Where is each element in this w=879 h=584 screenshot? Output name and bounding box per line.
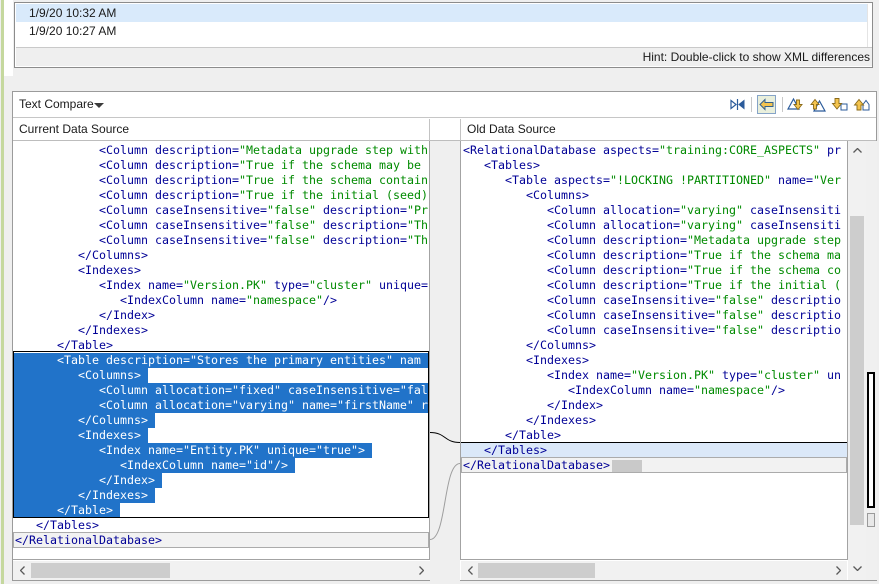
gutter-bottom [430, 560, 460, 581]
code-line: <Index name="Version.PK" type="cluster" … [461, 368, 841, 383]
code-line: <Indexes> [14, 428, 148, 443]
left-accent-stripe [1, 0, 4, 584]
code-line: <Index name="Entity.PK" unique="true"> [14, 443, 372, 458]
header-divider [429, 119, 430, 140]
horizontal-scrollbar-thumb[interactable] [31, 563, 170, 578]
code-line: </Index> [13, 308, 155, 323]
code-line: <Column allocation="varying" caseInsensi… [461, 203, 841, 218]
code-line: <Column caseInsensitive="false" descript… [461, 293, 841, 308]
code-line: <Indexes> [13, 263, 141, 278]
compare-mode-dropdown[interactable]: Text Compare [19, 92, 94, 117]
code-line: <Indexes> [461, 353, 589, 368]
code-line: </Indexes> [13, 323, 148, 338]
overview-ruler [866, 141, 877, 580]
code-line: </RelationalDatabase> [461, 457, 847, 473]
right-pane-title: Old Data Source [467, 119, 556, 140]
horizontal-scrollbar-thumb[interactable] [478, 563, 595, 578]
code-line: </Tables> [461, 442, 847, 458]
copy-all-right-to-left-icon[interactable] [757, 95, 774, 112]
previous-difference-icon[interactable] [809, 96, 826, 113]
overview-diff-marker[interactable] [867, 372, 875, 508]
history-row[interactable]: 1/9/20 10:32 AM [16, 4, 868, 22]
code-line: <Column allocation="varying" name="first… [14, 398, 430, 413]
next-change-icon[interactable] [831, 96, 848, 113]
diff-connector-line [430, 433, 460, 443]
left-pane-title: Current Data Source [19, 119, 129, 140]
header-divider [460, 119, 461, 140]
left-horizontal-scrollbar[interactable] [13, 561, 430, 580]
code-line: </Columns> [461, 338, 596, 353]
code-line: <Table description="Stores the primary e… [14, 353, 428, 368]
code-line: <Column allocation="varying" caseInsensi… [461, 218, 841, 233]
previous-change-icon[interactable] [853, 96, 870, 113]
code-line: <Table aspects="!LOCKING !PARTITIONED" n… [461, 173, 841, 188]
code-line: <Column description="Metadata upgrade st… [13, 143, 428, 158]
right-code-pane[interactable]: <RelationalDatabase aspects="training:CO… [460, 141, 848, 560]
code-line: <Column description="True if the schema … [461, 263, 841, 278]
code-line: </Columns> [14, 413, 155, 428]
code-line: </Indexes> [461, 413, 596, 428]
cursor-block [612, 460, 642, 472]
left-code-pane[interactable]: <Column description="Metadata upgrade st… [13, 141, 430, 560]
right-horizontal-scrollbar[interactable] [461, 561, 847, 580]
diff-gutter [430, 141, 460, 560]
swap-left-right-icon[interactable] [729, 96, 746, 113]
hint-text: Hint: Double-click to show XML differenc… [643, 50, 870, 64]
code-line: </Table> [461, 428, 561, 443]
code-line: </Table> [13, 338, 113, 353]
scroll-up-icon[interactable] [848, 142, 866, 158]
code-line: <Tables> [461, 158, 540, 173]
code-line: <Column caseInsensitive="false" descript… [461, 308, 841, 323]
code-line: </Index> [461, 398, 603, 413]
vertical-scrollbar-thumb[interactable] [850, 216, 864, 525]
chevron-down-icon[interactable] [94, 103, 104, 108]
code-line: <Column description="True if the schema … [461, 248, 841, 263]
hint-bar: Hint: Double-click to show XML differenc… [16, 47, 872, 66]
code-line: </Tables> [13, 518, 99, 533]
code-line: <Column caseInsensitive="false" descript… [13, 233, 428, 248]
code-line: <Columns> [14, 368, 148, 383]
code-line: <Columns> [461, 188, 589, 203]
code-line: </Indexes> [14, 488, 155, 503]
code-line: <Column caseInsensitive="false" descript… [13, 218, 428, 233]
xml-compare-view: 1/9/20 10:32 AM 1/9/20 10:27 AM Hint: Do… [0, 0, 879, 584]
code-line: <IndexColumn name="namespace"/> [461, 383, 785, 398]
code-line: </Columns> [13, 248, 148, 263]
code-line: <Column description="True if the schema … [13, 173, 428, 188]
compare-toolbar: Text Compare [13, 92, 876, 118]
vertical-scrollbar[interactable] [848, 141, 866, 580]
history-row[interactable]: 1/9/20 10:27 AM [16, 22, 868, 40]
overview-diff-marker[interactable] [867, 513, 875, 527]
code-line: </Index> [14, 473, 162, 488]
diff-connector-line [430, 464, 460, 540]
code-line: <Column description="True if the schema … [13, 158, 421, 173]
code-line: <Column description="Metadata upgrade st… [461, 233, 841, 248]
code-line: </Table> [14, 503, 120, 518]
code-line: <RelationalDatabase aspects="training:CO… [461, 143, 841, 158]
left-margin [4, 0, 13, 76]
code-line: <Column allocation="fixed" caseInsensiti… [14, 383, 430, 398]
scroll-right-icon[interactable] [830, 563, 846, 578]
pane-headers: Current Data Source Old Data Source [13, 119, 876, 141]
code-line: </RelationalDatabase> [13, 532, 429, 548]
history-timestamp: 1/9/20 10:27 AM [29, 24, 116, 38]
scroll-right-icon[interactable] [413, 563, 429, 578]
next-difference-icon[interactable] [787, 96, 804, 113]
code-line: <Column description="True if the initial… [13, 188, 428, 203]
code-line: <IndexColumn name="id"/> [14, 458, 295, 473]
history-scroll-divider [867, 4, 868, 47]
scroll-down-icon[interactable] [848, 560, 866, 576]
code-line: <IndexColumn name="namespace"/> [13, 293, 337, 308]
code-line: <Index name="Version.PK" type="cluster" … [13, 278, 428, 293]
code-line: <Column caseInsensitive="false" descript… [13, 203, 428, 218]
scroll-left-icon[interactable] [462, 563, 478, 578]
code-line: <Column description="True if the initial… [461, 278, 841, 293]
scroll-left-icon[interactable] [14, 563, 30, 578]
history-timestamp: 1/9/20 10:32 AM [29, 6, 116, 20]
code-line: <Column caseInsensitive="false" descript… [461, 323, 841, 338]
history-list: 1/9/20 10:32 AM 1/9/20 10:27 AM Hint: Do… [14, 2, 873, 68]
